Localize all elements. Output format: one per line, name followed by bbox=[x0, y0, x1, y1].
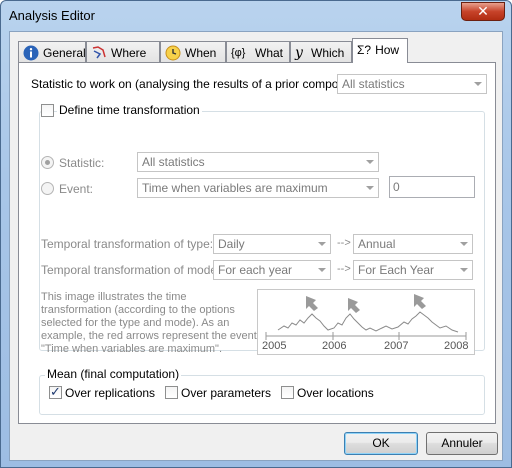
tab-what[interactable]: {φ} What bbox=[226, 41, 290, 62]
event-number-input[interactable]: 0 bbox=[389, 176, 475, 198]
mode-from-value: For each year bbox=[218, 263, 293, 277]
tab-when[interactable]: When bbox=[160, 41, 226, 62]
chevron-down-icon bbox=[474, 82, 482, 86]
mode-arrow: --> bbox=[337, 263, 351, 275]
type-to-select[interactable]: Annual bbox=[353, 234, 473, 254]
tab-where[interactable]: Where bbox=[86, 41, 160, 62]
over-replications-label: Over replications bbox=[65, 386, 156, 400]
statistic-label: Statistic to work on (analysing the resu… bbox=[31, 77, 370, 91]
tab-how[interactable]: Σ? How bbox=[352, 38, 408, 63]
type-from-value: Daily bbox=[218, 237, 245, 251]
type-from-select[interactable]: Daily bbox=[213, 234, 331, 254]
type-arrow: --> bbox=[337, 237, 351, 249]
tt-statistic-select[interactable]: All statistics bbox=[137, 152, 379, 172]
over-locations-checkbox[interactable] bbox=[281, 386, 294, 399]
mode-label: Temporal transformation of mode: bbox=[41, 263, 221, 277]
define-time-transformation-checkbox[interactable] bbox=[41, 104, 54, 117]
axis-year-label: 2007 bbox=[384, 340, 409, 352]
function-icon: y bbox=[295, 45, 303, 61]
info-icon bbox=[23, 45, 39, 61]
tab-label: How bbox=[375, 42, 400, 57]
type-label: Temporal transformation of type: bbox=[41, 237, 214, 251]
tab-label: When bbox=[185, 46, 217, 60]
braces-icon: {φ} bbox=[231, 47, 246, 59]
tab-general[interactable]: General bbox=[18, 41, 86, 62]
analysis-editor-window: Analysis Editor ✕ General Where When {φ}… bbox=[0, 0, 512, 468]
tab-label: What bbox=[255, 46, 284, 60]
cancel-button[interactable]: Annuler bbox=[426, 432, 498, 455]
how-tab-panel: Statistic to work on (analysing the resu… bbox=[18, 62, 496, 424]
mode-from-select[interactable]: For each year bbox=[213, 260, 331, 280]
sigma-icon: Σ? bbox=[357, 42, 372, 57]
chevron-down-icon bbox=[460, 242, 468, 246]
chevron-down-icon bbox=[460, 268, 468, 272]
clock-icon bbox=[165, 45, 181, 61]
mode-to-select[interactable]: For Each Year bbox=[353, 260, 473, 280]
mode-to-value: For Each Year bbox=[358, 263, 435, 277]
statistic-radio[interactable] bbox=[41, 156, 54, 169]
axis-year-label: 2008 bbox=[444, 340, 469, 352]
chevron-down-icon bbox=[318, 268, 326, 272]
chevron-down-icon bbox=[318, 242, 326, 246]
statistic-select[interactable]: All statistics bbox=[337, 74, 487, 94]
type-to-value: Annual bbox=[358, 237, 396, 251]
statistic-radio-label: Statistic: bbox=[59, 156, 105, 170]
define-time-transformation-label: Define time transformation bbox=[57, 103, 202, 117]
dialog-client: General Where When {φ} What y Which Σ? How bbox=[9, 31, 503, 461]
close-button[interactable]: ✕ bbox=[461, 2, 505, 21]
event-arrow-icon bbox=[414, 294, 426, 309]
chevron-down-icon bbox=[366, 186, 374, 190]
tab-label: Where bbox=[111, 46, 147, 60]
statistic-select-value: All statistics bbox=[342, 77, 405, 91]
mean-group-title: Mean (final computation) bbox=[45, 367, 182, 381]
over-locations-label: Over locations bbox=[297, 386, 374, 400]
time-transformation-illustration: 2005 2006 2007 2008 bbox=[257, 289, 475, 355]
window-title: Analysis Editor bbox=[9, 8, 95, 23]
event-arrow-icon bbox=[348, 298, 360, 313]
axis-year-label: 2005 bbox=[262, 340, 287, 352]
event-radio-label: Event: bbox=[59, 182, 94, 196]
ok-button[interactable]: OK bbox=[344, 432, 418, 455]
event-radio[interactable] bbox=[41, 182, 54, 195]
event-arrow-icon bbox=[306, 296, 318, 311]
event-select[interactable]: Time when variables are maximum bbox=[137, 178, 379, 198]
tab-label: General bbox=[43, 46, 86, 60]
map-pin-icon bbox=[91, 45, 107, 61]
tab-label: Which bbox=[311, 46, 345, 60]
event-select-value: Time when variables are maximum bbox=[142, 181, 328, 195]
tab-which[interactable]: y Which bbox=[290, 41, 352, 62]
over-parameters-label: Over parameters bbox=[181, 386, 272, 400]
over-parameters-checkbox[interactable] bbox=[165, 386, 178, 399]
illustration-description: This image illustrates the time transfor… bbox=[41, 291, 257, 355]
title-bar: Analysis Editor ✕ bbox=[1, 1, 511, 31]
tt-statistic-value: All statistics bbox=[142, 155, 205, 169]
over-replications-checkbox[interactable] bbox=[49, 384, 62, 400]
chevron-down-icon bbox=[366, 160, 374, 164]
axis-year-label: 2006 bbox=[322, 340, 347, 352]
